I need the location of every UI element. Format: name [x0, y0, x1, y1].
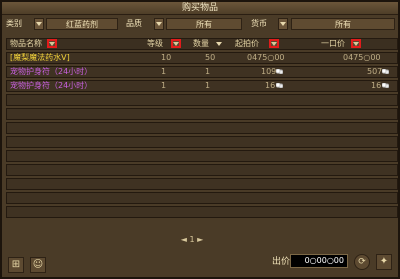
- silver-coin-icon: [276, 83, 283, 88]
- pagination: ◄ 1 ►: [167, 235, 217, 245]
- currency-dropdown-arrow-icon[interactable]: [278, 18, 288, 30]
- item-qty: 1: [205, 67, 211, 76]
- empty-row[interactable]: [6, 164, 398, 176]
- quality-select[interactable]: 所有: [166, 18, 242, 30]
- type-select[interactable]: 红蓝药剂: [46, 18, 118, 30]
- empty-row[interactable]: [6, 206, 398, 218]
- column-qty: 数量: [193, 39, 209, 48]
- column-name: 物品名称: [10, 39, 42, 48]
- empty-row[interactable]: [6, 122, 398, 134]
- table-row[interactable]: 宠物护身符（24小时） 1 1 109 507: [6, 66, 398, 78]
- silver-coin-icon: [382, 69, 389, 74]
- quality-dropdown-arrow-icon[interactable]: [154, 18, 164, 30]
- item-list: [魔梨魔法药水Ⅴ] 10 50 0475○00 0475○00 宠物护身符（24…: [6, 52, 398, 220]
- column-header: 物品名称 等级 数量 起拍价 一口价: [6, 38, 398, 50]
- item-level: 1: [161, 81, 167, 90]
- window-title: 购买物品: [2, 2, 398, 15]
- item-buyout: 16: [371, 81, 382, 90]
- empty-row[interactable]: [6, 192, 398, 204]
- item-qty: 1: [205, 81, 211, 90]
- currency-label: 货币: [251, 19, 267, 28]
- item-start-price: 0475○00: [247, 53, 285, 62]
- item-buyout: 0475○00: [343, 53, 381, 62]
- silver-coin-icon: [276, 69, 283, 74]
- filter-bar: 类别 红蓝药剂 品质 所有 货币 所有: [6, 17, 398, 31]
- item-name: 宠物护身符（24小时）: [10, 81, 93, 90]
- empty-row[interactable]: [6, 94, 398, 106]
- auction-buy-window: 购买物品 类别 红蓝药剂 品质 所有 货币 所有 物品名称 等级 数量 起拍价 …: [0, 0, 400, 279]
- price-input[interactable]: 0○00○00: [290, 254, 348, 268]
- refresh-icon[interactable]: ⟳: [354, 254, 370, 270]
- character-icon[interactable]: ☺: [30, 257, 46, 273]
- sort-buyout-button[interactable]: [351, 39, 361, 48]
- currency-select[interactable]: 所有: [291, 18, 395, 30]
- silver-coin-icon: [382, 83, 389, 88]
- item-start-price: 109: [261, 67, 277, 76]
- type-dropdown-arrow-icon[interactable]: [34, 18, 44, 30]
- column-level: 等级: [147, 39, 163, 48]
- sort-start-price-button[interactable]: [269, 39, 279, 48]
- sort-name-button[interactable]: [47, 39, 57, 48]
- item-level: 1: [161, 67, 167, 76]
- sort-level-button[interactable]: [171, 39, 181, 48]
- empty-row[interactable]: [6, 108, 398, 120]
- item-level: 10: [161, 53, 172, 62]
- table-row[interactable]: 宠物护身符（24小时） 1 1 16 16: [6, 80, 398, 92]
- page-number: 1: [189, 235, 195, 244]
- column-buyout: 一口价: [321, 39, 345, 48]
- table-row[interactable]: [魔梨魔法药水Ⅴ] 10 50 0475○00 0475○00: [6, 52, 398, 64]
- prev-page-icon[interactable]: ◄: [181, 235, 187, 244]
- item-name: [魔梨魔法药水Ⅴ]: [10, 53, 70, 62]
- empty-row[interactable]: [6, 178, 398, 190]
- bag-icon[interactable]: ⊞: [8, 257, 24, 273]
- qty-sort-icon[interactable]: [215, 39, 225, 49]
- item-start-price: 16: [265, 81, 276, 90]
- empty-row[interactable]: [6, 136, 398, 148]
- settings-icon[interactable]: ✦: [376, 254, 392, 270]
- footer-bar: ⊞ ☺ 出价: 0○00○00 ⟳ ✦: [6, 251, 398, 277]
- item-qty: 50: [205, 53, 216, 62]
- item-buyout: 507: [367, 67, 383, 76]
- quality-label: 品质: [126, 19, 142, 28]
- item-name: 宠物护身符（24小时）: [10, 67, 93, 76]
- column-start-price: 起拍价: [235, 39, 259, 48]
- type-label: 类别: [6, 19, 22, 28]
- empty-row[interactable]: [6, 150, 398, 162]
- next-page-icon[interactable]: ►: [197, 235, 203, 244]
